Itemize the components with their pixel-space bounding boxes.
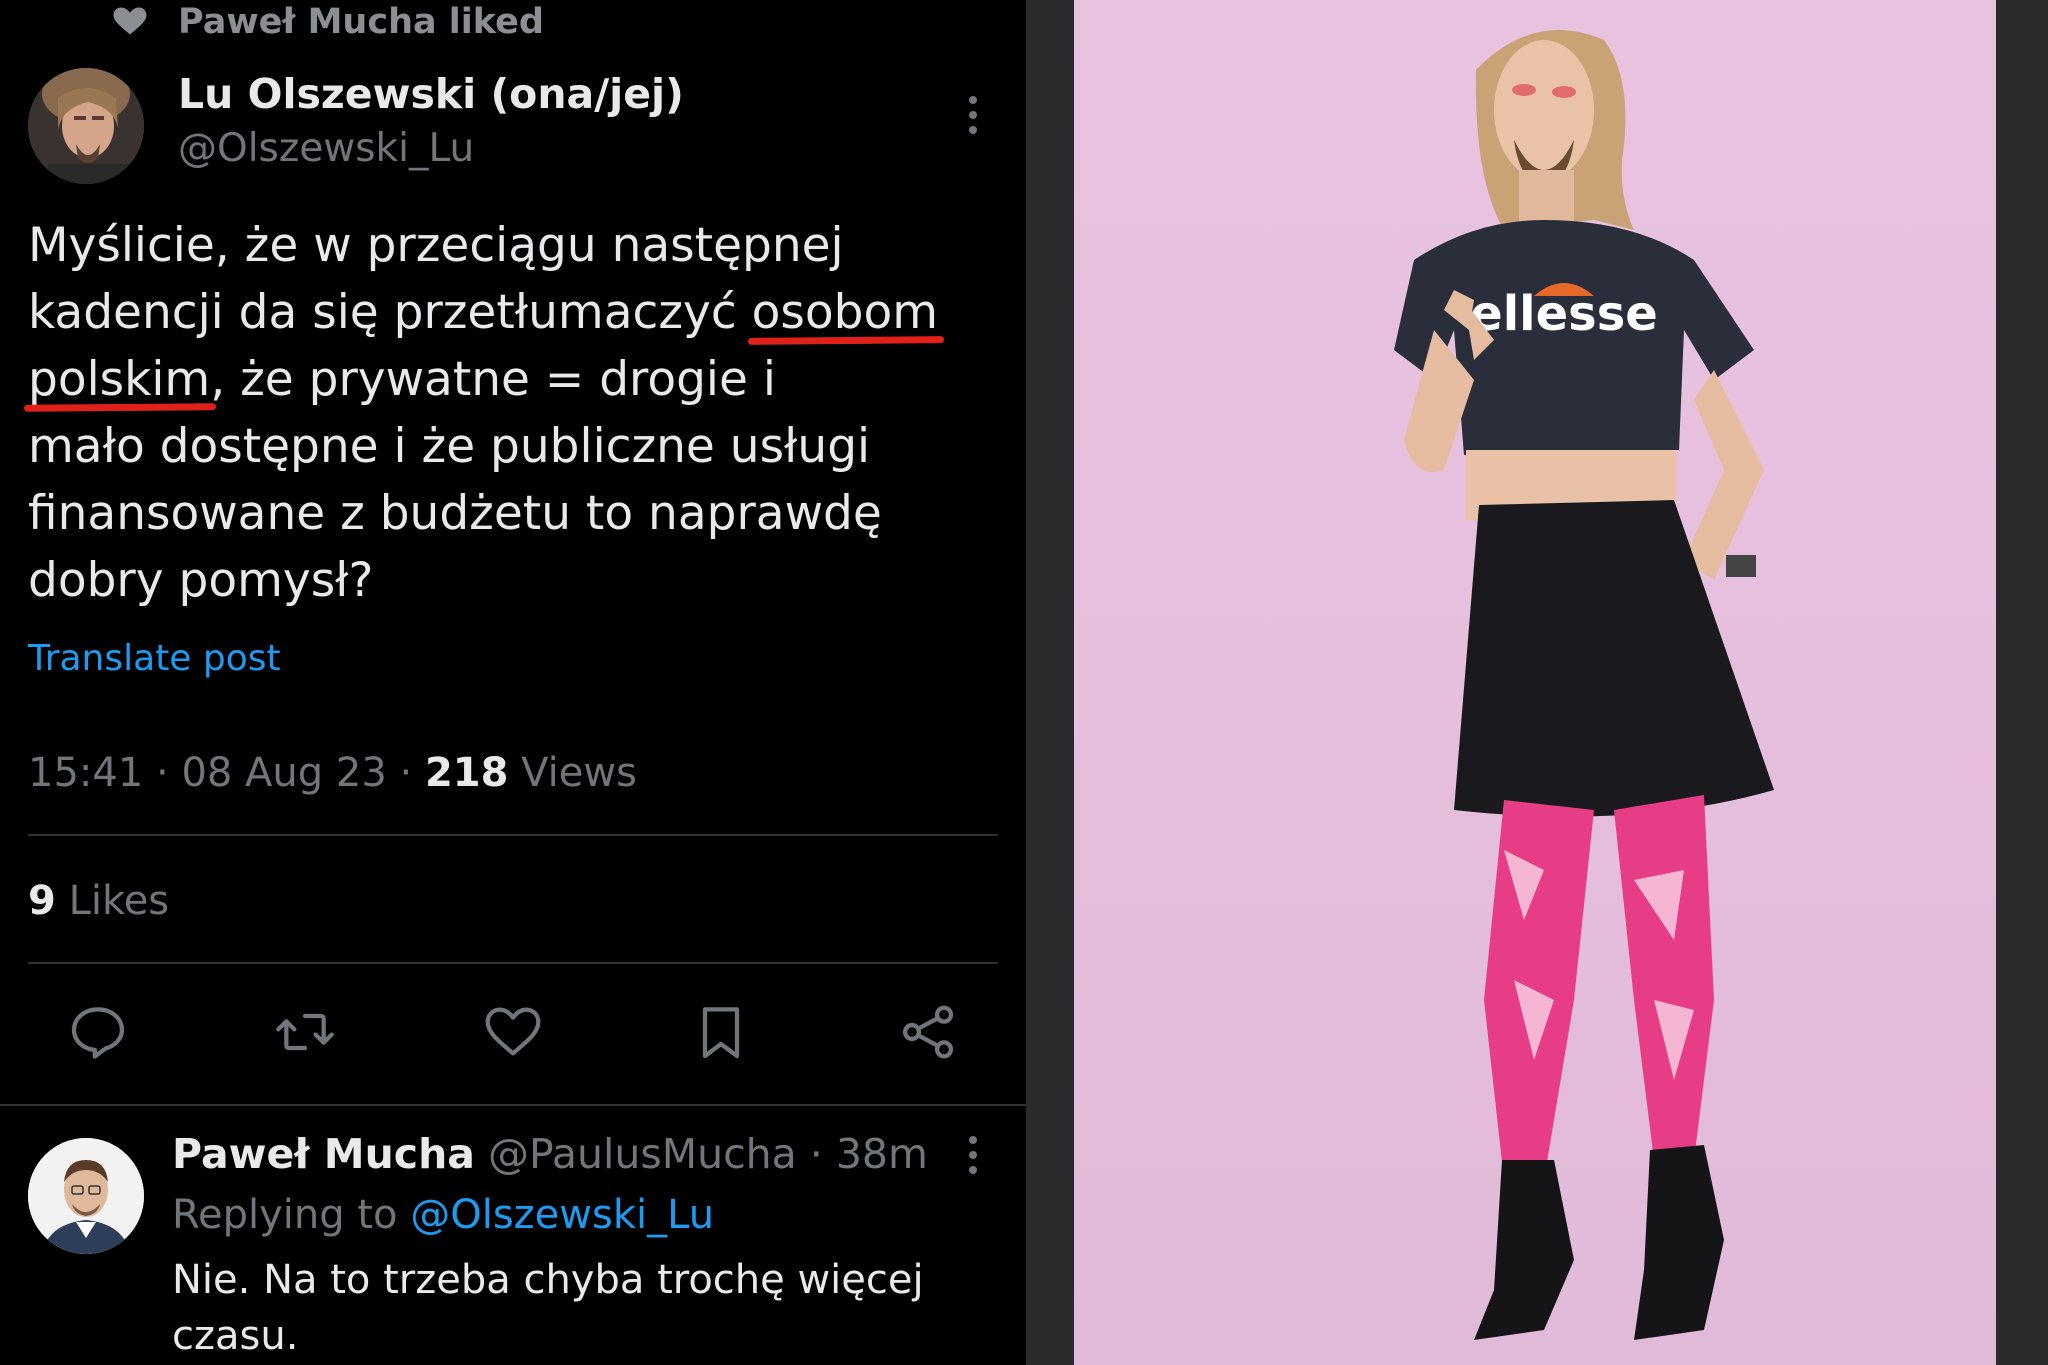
underlined-word: polskim [28,346,210,413]
translate-post-link[interactable]: Translate post [28,638,281,679]
tweet-metadata: 15:41 · 08 Aug 23 · 218 Views [28,750,637,796]
tweet-line: mało dostępne i że publiczne usługi [28,413,1008,480]
tweet-author: Lu Olszewski (ona/jej) @Olszewski_Lu [28,68,1008,186]
person-photo: ellesse [1074,0,1996,1365]
more-options-icon[interactable] [965,1136,981,1180]
divider [28,962,998,964]
bookmark-icon[interactable] [689,1000,753,1064]
author-avatar[interactable] [28,68,144,184]
tweet-line-text: dobry pomysł? [28,553,374,608]
tweet-panel: Paweł Mucha liked Lu Olszewski (ona/jej)… [0,0,1026,1365]
photo-illustration: ellesse [1394,30,1774,1340]
image-border [1996,0,2048,1365]
likes-label: Likes [68,878,170,924]
like-icon[interactable] [481,1000,545,1064]
author-handle[interactable]: @Olszewski_Lu [178,126,474,171]
tweet-line-text: Myślicie, że w przeciągu następnej [28,218,844,273]
reply-post[interactable]: Paweł Mucha @PaulusMucha · 38m Replying … [0,1120,1026,1365]
social-context-text: Paweł Mucha liked [178,2,544,42]
tweet-line-text: mało dostępne i że publiczne usługi [28,419,871,474]
screenshot-root: Paweł Mucha liked Lu Olszewski (ona/jej)… [0,0,2048,1365]
tweet-line: Myślicie, że w przeciągu następnej [28,212,1008,279]
tweet-line: dobry pomysł? [28,547,1008,614]
reply-icon[interactable] [66,1000,130,1064]
reply-avatar[interactable] [28,1138,144,1254]
more-options-icon[interactable] [965,96,981,140]
reply-author-name[interactable]: Paweł Mucha [172,1130,475,1178]
tweet-actions [28,1000,998,1070]
image-separator [1026,0,1074,1365]
tweet-line-text: , że prywatne = drogie i [210,352,776,407]
views-count: 218 [424,750,509,796]
divider [28,834,998,836]
share-icon[interactable] [896,1000,960,1064]
tweet-text: Myślicie, że w przeciągu następnej kaden… [28,212,1008,614]
tweet-date[interactable]: 08 Aug 23 [181,750,386,796]
underlined-word: osobom [752,279,938,346]
tweet-line: finansowane z budżetu to naprawdę [28,480,1008,547]
tweet-line-text: finansowane z budżetu to naprawdę [28,486,882,541]
replying-prefix: Replying to [172,1192,398,1238]
likes-count: 9 [28,878,56,924]
divider [0,1104,1026,1106]
reply-text: Nie. Na to trzeba chyba trochę więcej cz… [172,1257,924,1359]
tweet-line: polskim, że prywatne = drogie i [28,346,1008,413]
replying-to-link[interactable]: @Olszewski_Lu [410,1192,714,1238]
tweet-line: kadencji da się przetłumaczyć osobom [28,279,1008,346]
reply-author-handle[interactable]: @PaulusMucha [488,1130,797,1178]
heart-icon [113,7,147,35]
reply-header: Paweł Mucha @PaulusMucha · 38m [172,1130,928,1178]
tweet-time[interactable]: 15:41 [28,750,143,796]
replying-to: Replying to @Olszewski_Lu [172,1192,714,1238]
retweet-icon[interactable] [273,1000,337,1064]
likes-stat[interactable]: 9 Likes [28,878,169,924]
author-name[interactable]: Lu Olszewski (ona/jej) [178,70,684,118]
social-context: Paweł Mucha liked [0,0,1026,52]
reply-time[interactable]: 38m [836,1130,928,1178]
tweet-line-text: kadencji da się przetłumaczyć [28,285,752,340]
views-label: Views [521,750,637,796]
